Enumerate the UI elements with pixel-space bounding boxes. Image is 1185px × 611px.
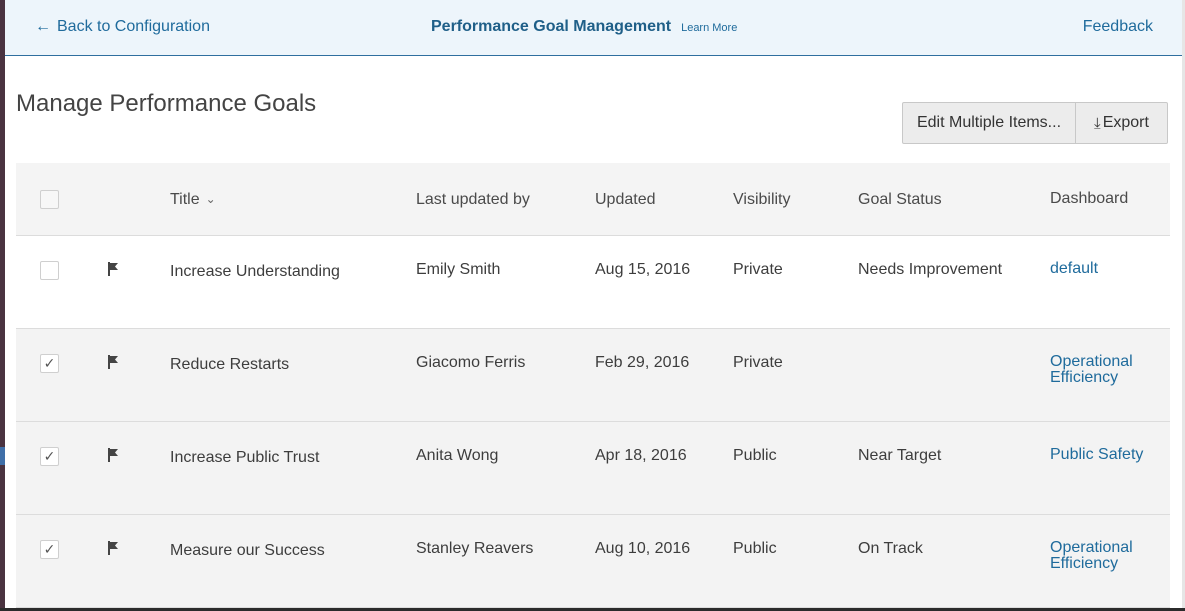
table-row[interactable]: ✓ Measure our Success Stanley Reavers Au… (16, 515, 1170, 608)
table-row[interactable]: Increase Understanding Emily Smith Aug 1… (16, 236, 1170, 329)
row-checkbox[interactable]: ✓ (40, 354, 59, 373)
back-label: Back to Configuration (57, 18, 210, 35)
dashboard-link[interactable]: default (1050, 261, 1168, 277)
goal-title[interactable]: Increase Public Trust (170, 449, 319, 467)
updated-date: Aug 15, 2016 (595, 261, 691, 278)
goal-title[interactable]: Measure our Success (170, 542, 325, 560)
top-bar: ← Back to Configuration Performance Goal… (5, 0, 1182, 56)
table-row[interactable]: ✓ Reduce Restarts Giacomo Ferris Feb 29,… (16, 329, 1170, 422)
app-title-group: Performance Goal Management Learn More (431, 18, 737, 36)
checkmark-icon: ✓ (43, 541, 56, 557)
updated-date: Apr 18, 2016 (595, 447, 687, 464)
goals-table: Title ⌄ Last updated by Updated Visibilit… (16, 163, 1170, 608)
goal-status: Near Target (858, 447, 942, 464)
last-updated-by: Anita Wong (416, 447, 499, 464)
visibility: Public (733, 540, 777, 557)
goal-title[interactable]: Increase Understanding (170, 263, 340, 281)
flag-icon (108, 262, 122, 278)
last-updated-by: Giacomo Ferris (416, 354, 526, 371)
dashboard-header[interactable]: Dashboard (1050, 191, 1168, 207)
chevron-down-icon: ⌄ (205, 192, 216, 206)
title-header-label: Title (170, 191, 200, 208)
table-header-row: Title ⌄ Last updated by Updated Visibilit… (16, 163, 1170, 236)
title-column-header[interactable]: Title ⌄ (170, 191, 216, 209)
app-title: Performance Goal Management (431, 18, 672, 35)
action-button-group: Edit Multiple Items... ⤓ Export (902, 102, 1168, 144)
last-updated-by-header[interactable]: Last updated by (416, 191, 530, 209)
dashboard-link[interactable]: Operational Efficiency (1050, 540, 1168, 572)
flag-icon (108, 541, 122, 557)
arrow-left-icon: ← (35, 18, 51, 35)
visibility: Private (733, 354, 783, 371)
row-checkbox[interactable] (40, 261, 59, 280)
learn-more-link[interactable]: Learn More (681, 22, 737, 34)
dashboard-link[interactable]: Operational Efficiency (1050, 354, 1168, 386)
checkmark-icon: ✓ (43, 448, 56, 464)
updated-header[interactable]: Updated (595, 191, 656, 209)
goal-status-header[interactable]: Goal Status (858, 191, 942, 209)
visibility: Public (733, 447, 777, 464)
edge-marker (0, 447, 5, 465)
updated-date: Aug 10, 2016 (595, 540, 691, 557)
goal-status: Needs Improvement (858, 261, 1003, 278)
goal-title[interactable]: Reduce Restarts (170, 356, 289, 374)
table-row[interactable]: ✓ Increase Public Trust Anita Wong Apr 1… (16, 422, 1170, 515)
download-icon: ⤓ (1094, 114, 1101, 132)
visibility: Private (733, 261, 783, 278)
left-edge (0, 0, 5, 611)
updated-date: Feb 29, 2016 (595, 354, 690, 371)
checkmark-icon: ✓ (43, 355, 56, 371)
visibility-header[interactable]: Visibility (733, 191, 791, 209)
last-updated-by: Stanley Reavers (416, 540, 534, 557)
dashboard-link[interactable]: Public Safety (1050, 447, 1168, 463)
row-checkbox[interactable]: ✓ (40, 447, 59, 466)
flag-icon (108, 448, 122, 464)
feedback-link[interactable]: Feedback (1083, 18, 1153, 36)
last-updated-by: Emily Smith (416, 261, 501, 278)
export-button[interactable]: ⤓ Export (1076, 102, 1168, 144)
row-checkbox[interactable]: ✓ (40, 540, 59, 559)
back-to-configuration-link[interactable]: ← Back to Configuration (35, 18, 210, 36)
edit-multiple-items-button[interactable]: Edit Multiple Items... (902, 102, 1076, 144)
goal-status: On Track (858, 540, 923, 557)
select-all-checkbox[interactable] (40, 190, 59, 209)
export-label: Export (1102, 114, 1149, 131)
page-title: Manage Performance Goals (16, 90, 317, 117)
flag-icon (108, 355, 122, 371)
